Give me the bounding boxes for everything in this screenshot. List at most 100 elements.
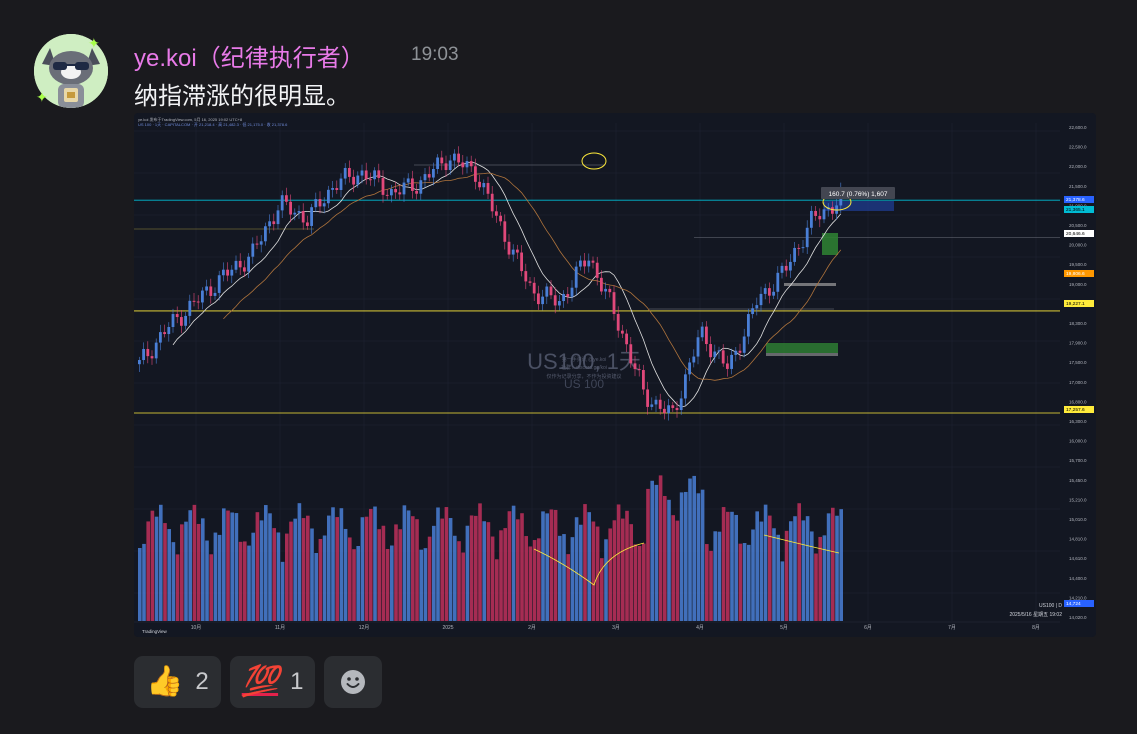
price-axis-tick: 22,000.0 bbox=[1069, 164, 1087, 169]
zone-rect bbox=[766, 343, 838, 353]
candle-body bbox=[511, 249, 515, 255]
volume-bar bbox=[591, 521, 596, 621]
volume-bar bbox=[411, 516, 415, 621]
candle-body bbox=[453, 153, 456, 161]
volume-bar bbox=[461, 552, 465, 621]
message-text: 纳指滞涨的很明显。 bbox=[134, 83, 350, 110]
volume-bar bbox=[243, 541, 247, 621]
volume-bar bbox=[293, 518, 297, 621]
candle-body bbox=[528, 281, 532, 283]
add-reaction-button[interactable] bbox=[324, 656, 383, 708]
volume-bar bbox=[159, 504, 163, 621]
volume-bar bbox=[755, 511, 759, 621]
candle-body bbox=[331, 188, 334, 190]
candle-body bbox=[230, 269, 234, 276]
x-axis-tick: 4月 bbox=[696, 625, 704, 631]
volume-bar bbox=[213, 532, 218, 621]
volume-bar bbox=[801, 520, 806, 621]
volume-bar bbox=[343, 528, 348, 621]
candle-body bbox=[658, 399, 662, 409]
volume-bar bbox=[331, 507, 335, 621]
candle-body bbox=[159, 332, 162, 343]
volume-bar bbox=[759, 521, 764, 621]
volume-bar bbox=[163, 523, 167, 621]
x-axis-tick: 3月 bbox=[612, 625, 620, 631]
volume-bar bbox=[734, 514, 738, 621]
volume-bar bbox=[532, 540, 537, 621]
volume-bar bbox=[335, 517, 339, 621]
volume-bar bbox=[524, 536, 528, 621]
volume-bar bbox=[667, 499, 671, 621]
volume-bar bbox=[721, 507, 726, 621]
candle-body bbox=[763, 288, 767, 294]
username[interactable]: ye.koi（纪律执行者） bbox=[134, 38, 365, 73]
candle-body bbox=[595, 262, 599, 278]
reaction-hundred-points[interactable]: 💯 1 bbox=[229, 656, 316, 708]
volume-bar bbox=[507, 511, 512, 621]
candle-body bbox=[444, 163, 448, 171]
reaction-thumbs-up[interactable]: 👍 2 bbox=[134, 656, 221, 708]
volume-bar bbox=[768, 515, 772, 621]
volume-bar bbox=[209, 554, 213, 621]
volume-bar bbox=[789, 521, 793, 621]
volume-bar bbox=[709, 550, 713, 621]
x-axis-tick: 7月 bbox=[948, 625, 956, 631]
candle-body bbox=[402, 182, 406, 195]
candle-body bbox=[583, 260, 586, 267]
candle-body bbox=[474, 166, 477, 182]
candle-body bbox=[679, 398, 683, 411]
candle-body bbox=[381, 177, 385, 195]
candle-body bbox=[692, 356, 696, 363]
volume-bar bbox=[545, 513, 549, 621]
candle-body bbox=[553, 295, 557, 306]
volume-bar bbox=[369, 508, 373, 621]
candle-body bbox=[163, 332, 166, 335]
candle-body bbox=[768, 288, 771, 296]
volume-bar bbox=[381, 525, 386, 621]
volume-bar bbox=[835, 515, 839, 621]
candle-body bbox=[348, 167, 351, 177]
volume-bar bbox=[784, 530, 789, 621]
volume-bar bbox=[444, 507, 449, 621]
candle-body bbox=[196, 301, 200, 303]
volume-bar bbox=[520, 513, 524, 621]
price-axis-tick: 20,000.0 bbox=[1069, 243, 1087, 248]
volume-bar bbox=[142, 543, 146, 621]
chart-image-attachment[interactable]: ye.koi 发布于TradingView.com, 5月 16, 2025 1… bbox=[134, 113, 1096, 637]
volume-bar bbox=[705, 544, 709, 621]
candle-body bbox=[730, 354, 733, 369]
candle-body bbox=[616, 313, 620, 331]
candle-body bbox=[469, 161, 473, 167]
price-label-text: 14,724 bbox=[1066, 601, 1081, 607]
volume-bar bbox=[474, 515, 478, 621]
volume-bar bbox=[679, 492, 684, 621]
price-label-text: 19,227.1 bbox=[1066, 301, 1085, 307]
candle-body bbox=[751, 308, 754, 315]
candle-body bbox=[608, 288, 612, 293]
price-axis-tick: 14,210.0 bbox=[1069, 595, 1087, 600]
candle-body bbox=[276, 210, 280, 225]
volume-bar bbox=[301, 518, 306, 621]
volume-bar bbox=[251, 532, 255, 621]
volume-bar bbox=[171, 542, 176, 621]
price-axis-tick: 22,500.0 bbox=[1069, 145, 1087, 150]
volume-bar bbox=[272, 528, 276, 621]
candle-body bbox=[247, 256, 250, 272]
volume-bar bbox=[553, 509, 558, 621]
price-axis-tick: 15,700.0 bbox=[1069, 458, 1087, 463]
datetime-label: 2025/5/16 星期五 19:02 bbox=[1009, 612, 1062, 618]
price-axis-tick: 17,500.0 bbox=[1069, 360, 1087, 365]
volume-bar bbox=[562, 534, 566, 621]
candle-body bbox=[201, 290, 204, 303]
volume-bar bbox=[713, 531, 717, 621]
candle-body bbox=[558, 301, 561, 306]
candle-body bbox=[394, 189, 397, 193]
volume-bar bbox=[482, 521, 486, 621]
x-axis-tick: 6月 bbox=[864, 625, 872, 631]
volume-bar bbox=[503, 528, 507, 621]
candle-body bbox=[369, 179, 372, 181]
volume-bar bbox=[637, 545, 642, 621]
volume-bar bbox=[579, 524, 583, 621]
volume-bar bbox=[604, 539, 608, 621]
volume-bar bbox=[583, 504, 587, 621]
